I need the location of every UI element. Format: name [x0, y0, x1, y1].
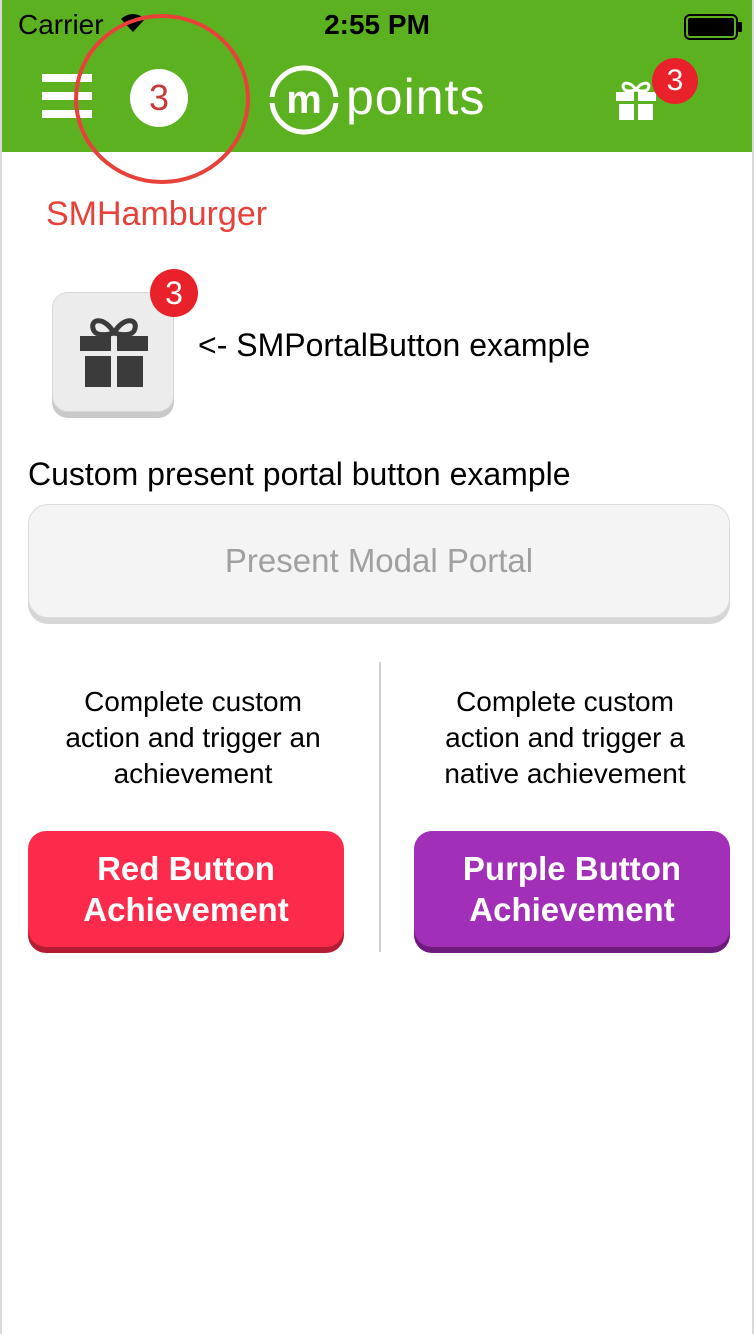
description-line: action and trigger an — [65, 722, 321, 753]
red-achievement-description: Complete custom action and trigger an ac… — [28, 684, 358, 792]
description-line: achievement — [113, 758, 273, 789]
hamburger-line — [42, 92, 92, 100]
button-label-line: Achievement — [83, 891, 289, 928]
portal-button[interactable] — [52, 292, 174, 412]
button-label-line: Purple Button — [462, 850, 682, 887]
logo-m-icon: m — [268, 65, 340, 135]
hamburger-line — [42, 74, 92, 82]
divider — [379, 662, 381, 952]
battery-icon — [684, 14, 742, 40]
red-achievement-button[interactable]: Red Button Achievement — [28, 831, 344, 947]
portal-badge: 3 — [150, 269, 198, 317]
hamburger-line — [42, 110, 92, 118]
description-line: native achievement — [444, 758, 686, 789]
button-label-line: Achievement — [469, 891, 675, 928]
purple-achievement-button[interactable]: Purple Button Achievement — [414, 831, 730, 947]
logo-text: points — [346, 69, 486, 125]
custom-portal-heading: Custom present portal button example — [28, 456, 571, 492]
status-time: 2:55 PM — [324, 9, 430, 40]
status-bar: Carrier 2:55 PM — [2, 0, 752, 52]
nav-gift-badge: 3 — [652, 58, 698, 104]
top-bar: Carrier 2:55 PM 3 m points 3 — [2, 0, 752, 152]
logo-letter: m — [286, 78, 322, 122]
hamburger-badge[interactable]: 3 — [130, 69, 188, 127]
description-line: Complete custom — [456, 686, 674, 717]
annotation-label: SMHamburger — [46, 195, 268, 233]
description-line: Complete custom — [84, 686, 302, 717]
app-screen: Carrier 2:55 PM 3 m points 3 SMHamburger… — [0, 0, 754, 1334]
button-label-line: Red Button — [97, 850, 275, 887]
hamburger-menu-button[interactable] — [42, 72, 94, 120]
present-modal-portal-button[interactable]: Present Modal Portal — [28, 504, 730, 618]
gift-icon — [80, 318, 148, 387]
portal-caption: <- SMPortalButton example — [198, 327, 591, 363]
purple-achievement-description: Complete custom action and trigger a nat… — [400, 684, 730, 792]
description-line: action and trigger a — [445, 722, 685, 753]
